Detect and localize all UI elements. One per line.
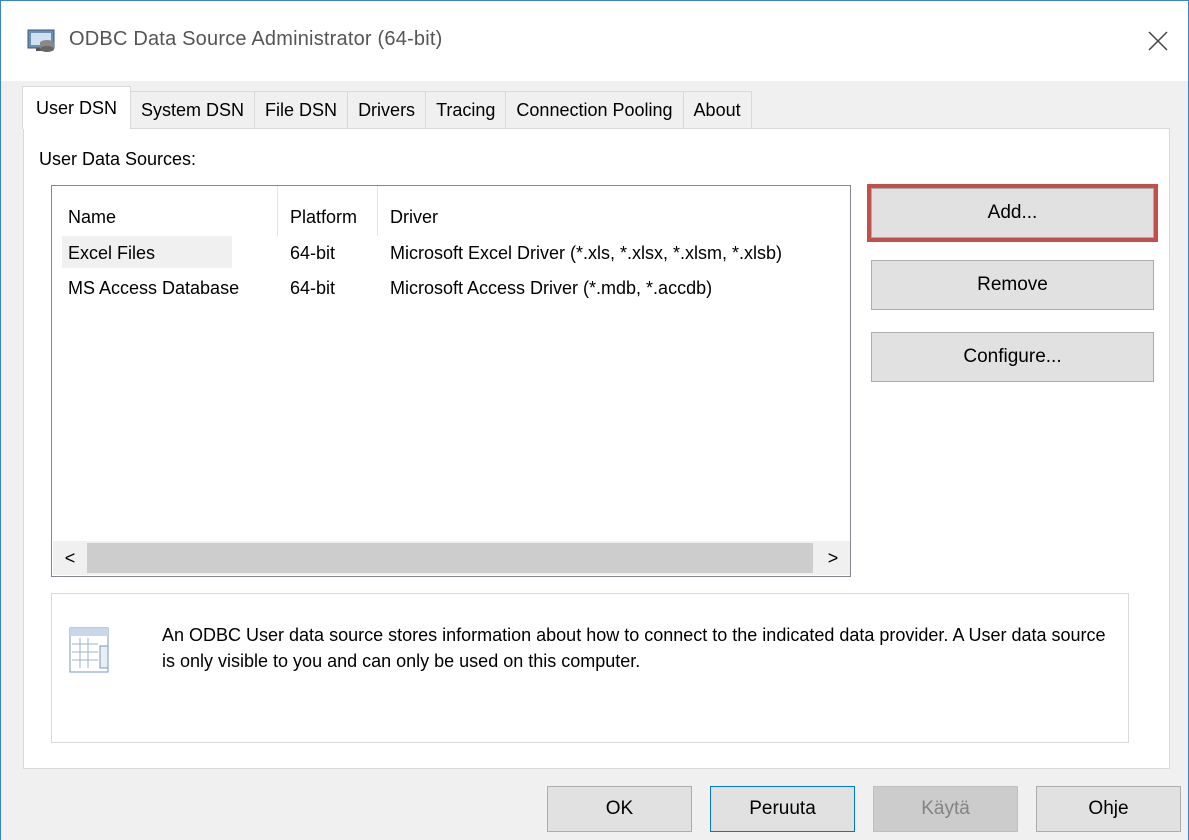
row-platform[interactable]: 64-bit — [290, 243, 335, 264]
column-header-name[interactable]: Name — [68, 202, 116, 232]
row-name[interactable]: MS Access Database — [68, 278, 239, 299]
scroll-right-icon[interactable]: > — [816, 541, 850, 575]
title-bar[interactable]: ODBC Data Source Administrator (64-bit) — [1, 1, 1188, 81]
tab-about[interactable]: About — [682, 91, 752, 129]
odbc-admin-window: ODBC Data Source Administrator (64-bit) … — [0, 0, 1189, 840]
ok-button[interactable]: OK — [547, 786, 692, 832]
row-driver[interactable]: Microsoft Excel Driver (*.xls, *.xlsx, *… — [390, 243, 782, 264]
column-header-driver[interactable]: Driver — [390, 202, 438, 232]
tab-user-dsn[interactable]: User DSN — [22, 86, 132, 129]
configure-button[interactable]: Configure... — [871, 332, 1154, 382]
add-button[interactable]: Add... — [867, 184, 1158, 242]
horizontal-scrollbar[interactable]: < > — [53, 541, 850, 575]
scroll-left-icon[interactable]: < — [53, 541, 87, 575]
tab-connection-pooling[interactable]: Connection Pooling — [505, 91, 684, 129]
tab-drivers[interactable]: Drivers — [347, 91, 427, 129]
tab-tracing[interactable]: Tracing — [425, 91, 507, 129]
cancel-button[interactable]: Peruuta — [710, 786, 855, 832]
column-header-platform[interactable]: Platform — [290, 202, 357, 232]
close-button[interactable] — [1128, 1, 1188, 81]
tab-system-dsn[interactable]: System DSN — [130, 91, 256, 129]
apply-button[interactable]: Käytä — [873, 786, 1018, 832]
data-sources-list[interactable]: Name Platform Driver Excel Files 64-bit … — [51, 185, 851, 577]
row-name[interactable]: Excel Files — [68, 243, 155, 264]
odbc-app-icon — [27, 29, 55, 52]
info-box: An ODBC User data source stores informat… — [51, 593, 1129, 743]
scroll-thumb[interactable] — [87, 543, 813, 573]
column-separator[interactable] — [277, 186, 278, 236]
tab-file-dsn[interactable]: File DSN — [254, 91, 349, 129]
info-text: An ODBC User data source stores informat… — [162, 625, 1106, 671]
row-driver[interactable]: Microsoft Access Driver (*.mdb, *.accdb) — [390, 278, 712, 299]
close-icon — [1148, 31, 1168, 51]
row-platform[interactable]: 64-bit — [290, 278, 335, 299]
data-source-info-icon — [69, 627, 109, 673]
tab-strip: User DSN System DSN File DSN Drivers Tra… — [22, 86, 752, 129]
user-data-sources-label: User Data Sources: — [39, 149, 197, 169]
help-button[interactable]: Ohje — [1036, 786, 1181, 832]
column-separator[interactable] — [377, 186, 378, 236]
remove-button[interactable]: Remove — [871, 260, 1154, 310]
window-title: ODBC Data Source Administrator (64-bit) — [69, 28, 443, 50]
